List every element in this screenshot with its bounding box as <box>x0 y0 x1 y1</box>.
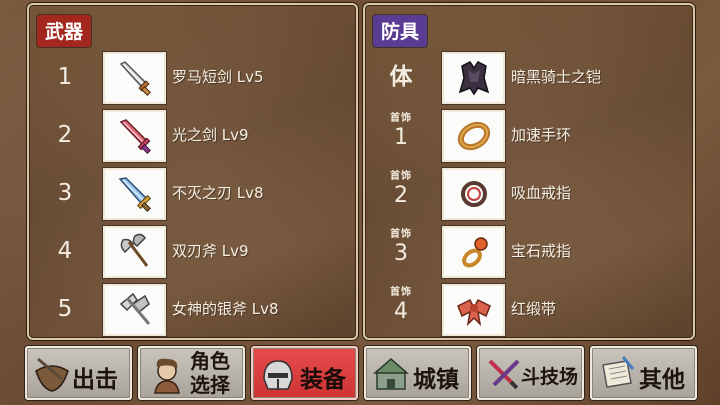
accessory-slot-label: 首饰 3 <box>390 229 412 266</box>
weapon-name: 女神的银斧 Lv8 <box>172 300 279 318</box>
weapon-slot-4[interactable]: 4 双刃斧 Lv9 <box>29 225 356 279</box>
weapons-panel: 武器 1 罗马短剑 Lv5 2 光之剑 Lv9 3 不灭之刃 Lv8 4 双刃斧… <box>27 3 358 340</box>
gem-ring-icon <box>442 226 505 278</box>
nav-equipment-button[interactable]: 装备 <box>251 346 358 400</box>
weapon-slot-2[interactable]: 2 光之剑 Lv9 <box>29 109 356 163</box>
slot-number: 3 <box>57 180 73 206</box>
ring-icon <box>442 168 505 220</box>
armor-slot-body[interactable]: 体 暗黑骑士之铠 <box>365 51 693 105</box>
character-icon <box>154 358 180 394</box>
weapon-slot-3[interactable]: 3 不灭之刃 Lv8 <box>29 167 356 221</box>
armor-slot-accessory-3[interactable]: 首饰 3 宝石戒指 <box>365 225 693 279</box>
nav-character-button[interactable]: 角色 选择 <box>138 346 245 400</box>
arena-sword-icon <box>488 359 520 390</box>
nav-sortie-button[interactable]: 出击 <box>25 346 132 400</box>
weapon-slot-5[interactable]: 5 女神的银斧 Lv8 <box>29 283 356 337</box>
slot-number: 4 <box>57 238 73 264</box>
accessory-slot-label: 首饰 4 <box>390 287 412 324</box>
armor-slot-accessory-2[interactable]: 首饰 2 吸血戒指 <box>365 167 693 221</box>
nav-arena-button[interactable]: 斗技场 <box>477 346 584 400</box>
armor-panel: 防具 体 暗黑骑士之铠 首饰 1 加速手环 首饰 2 吸血戒指 首饰 3 宝石戒… <box>363 3 695 340</box>
accessory-slot-label: 首饰 1 <box>390 113 412 150</box>
accessory-slot-label: 首饰 2 <box>390 171 412 208</box>
weapon-name: 双刃斧 Lv9 <box>172 242 249 260</box>
sortie-icon <box>35 357 69 392</box>
nav-label-line2: 选择 <box>190 373 230 397</box>
nav-other-button[interactable]: 其他 <box>590 346 697 400</box>
nav-label: 出击 <box>72 367 118 393</box>
armor-title: 防具 <box>373 15 428 47</box>
double-axe-icon <box>103 226 166 278</box>
armor-name: 红缎带 <box>511 300 557 318</box>
bottom-nav: 出击 角色 选择 装备 城镇 斗技场 其他 <box>25 346 697 400</box>
armor-name: 加速手环 <box>511 126 572 144</box>
red-ribbon-icon <box>442 284 505 336</box>
nav-label: 其他 <box>639 367 685 393</box>
nav-label: 城镇 <box>413 367 459 393</box>
armor-name: 宝石戒指 <box>511 242 572 260</box>
helmet-icon <box>263 360 293 390</box>
nav-label-line1: 角色 <box>190 349 230 373</box>
slot-number: 1 <box>57 64 73 90</box>
short-sword-icon <box>103 52 166 104</box>
undying-blade-icon <box>103 168 166 220</box>
slot-number: 2 <box>57 122 73 148</box>
body-slot-label: 体 <box>389 64 413 90</box>
nav-label: 装备 <box>300 367 346 393</box>
armor-name: 吸血戒指 <box>511 184 572 202</box>
weapon-name: 罗马短剑 Lv5 <box>172 68 264 86</box>
weapons-title: 武器 <box>37 15 92 47</box>
silver-axe-icon <box>103 284 166 336</box>
town-icon <box>373 358 409 390</box>
dark-armor-icon <box>442 52 505 104</box>
scroll-icon <box>602 356 635 388</box>
weapon-name: 光之剑 Lv9 <box>172 126 249 144</box>
nav-town-button[interactable]: 城镇 <box>364 346 471 400</box>
weapon-name: 不灭之刃 Lv8 <box>172 184 264 202</box>
armor-slot-accessory-1[interactable]: 首饰 1 加速手环 <box>365 109 693 163</box>
nav-label: 斗技场 <box>521 366 579 388</box>
armor-name: 暗黑骑士之铠 <box>511 68 602 86</box>
weapon-slot-1[interactable]: 1 罗马短剑 Lv5 <box>29 51 356 105</box>
slot-number: 5 <box>57 296 73 322</box>
bracelet-icon <box>442 110 505 162</box>
armor-slot-accessory-4[interactable]: 首饰 4 红缎带 <box>365 283 693 337</box>
light-sword-icon <box>103 110 166 162</box>
